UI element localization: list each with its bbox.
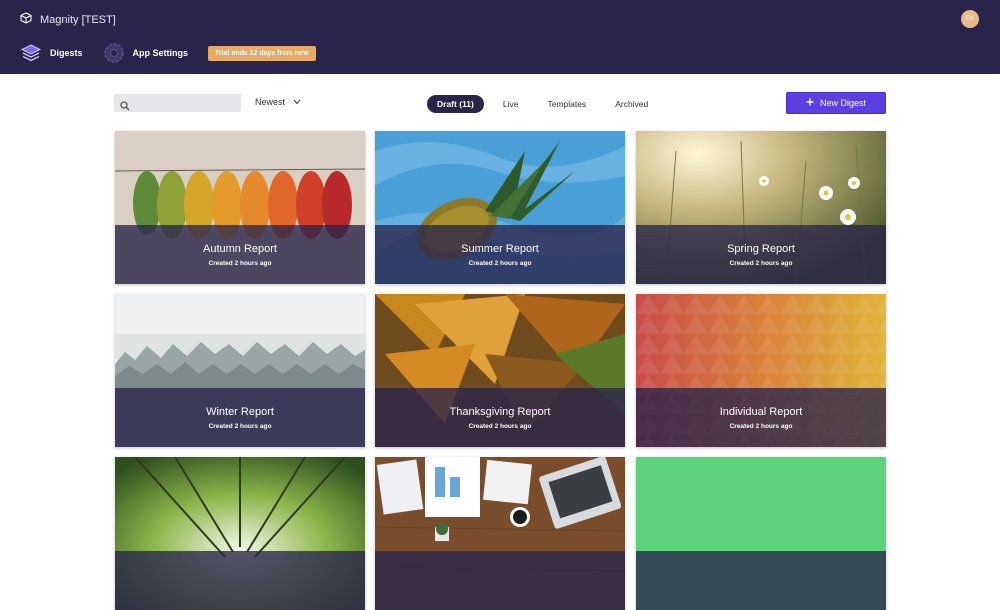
digest-card[interactable]: Spring Report Created 2 hours ago [636, 131, 886, 284]
card-subtitle: Created 2 hours ago [729, 422, 793, 430]
card-overlay: Thanksgiving Report Created 2 hours ago [375, 388, 625, 447]
card-subtitle: Created 2 hours ago [468, 422, 532, 430]
new-digest-button[interactable]: New Digest [786, 92, 886, 114]
cube-icon [20, 11, 32, 29]
card-overlay: Winter Report Created 2 hours ago [115, 388, 365, 447]
layers-icon [20, 42, 42, 64]
card-title: Thanksgiving Report [449, 405, 551, 418]
card-title: Spring Report [727, 242, 795, 255]
card-overlay [375, 551, 625, 610]
tab-templates[interactable]: Templates [537, 95, 596, 113]
sort-dropdown[interactable]: Newest [255, 97, 301, 107]
main-nav: Digests App Settings Trial ends 12 days … [20, 42, 316, 64]
status-tabs: Draft (11) Live Templates Archived [427, 95, 667, 113]
card-overlay: Summer Report Created 2 hours ago [375, 225, 625, 284]
digest-card[interactable]: Summer Report Created 2 hours ago [375, 131, 625, 284]
search-box[interactable] [114, 94, 241, 112]
digest-card[interactable] [115, 457, 365, 610]
digest-card[interactable] [636, 457, 886, 610]
card-overlay: Individual Report Created 2 hours ago [636, 388, 886, 447]
avatar-initials: EK [965, 16, 974, 22]
card-subtitle: Created 2 hours ago [468, 259, 532, 267]
card-title: Autumn Report [203, 242, 277, 255]
tab-archived[interactable]: Archived [605, 95, 658, 113]
gear-icon [103, 42, 125, 64]
card-overlay [115, 551, 365, 610]
nav-digests[interactable]: Digests [20, 42, 83, 64]
card-title: Individual Report [719, 405, 803, 418]
digest-card[interactable]: Autumn Report Created 2 hours ago [115, 131, 365, 284]
card-subtitle: Created 2 hours ago [208, 422, 272, 430]
trial-badge: Trial ends 12 days from now [208, 45, 316, 61]
card-overlay [636, 551, 886, 610]
card-overlay: Spring Report Created 2 hours ago [636, 225, 886, 284]
digest-card[interactable]: Thanksgiving Report Created 2 hours ago [375, 294, 625, 447]
app-title: Magnity [TEST] [40, 14, 116, 26]
chevron-down-icon [293, 97, 301, 107]
nav-app-settings-label: App Settings [132, 48, 189, 58]
tab-draft[interactable]: Draft (11) [427, 95, 484, 113]
sort-label: Newest [255, 97, 286, 107]
toolbar: Newest Draft (11) Live Templates Archive… [114, 92, 886, 116]
digest-card[interactable] [375, 457, 625, 610]
brand[interactable]: Magnity [TEST] [20, 11, 116, 29]
card-title: Summer Report [461, 242, 539, 255]
digest-card[interactable]: Individual Report Created 2 hours ago [636, 294, 886, 447]
card-overlay: Autumn Report Created 2 hours ago [115, 225, 365, 284]
tab-live[interactable]: Live [493, 95, 529, 113]
search-icon [120, 98, 130, 116]
nav-app-settings[interactable]: App Settings [103, 42, 189, 64]
avatar[interactable]: EK [961, 10, 979, 28]
new-digest-label: New Digest [819, 98, 866, 108]
plus-icon [806, 98, 814, 108]
digest-card[interactable]: Winter Report Created 2 hours ago [115, 294, 365, 447]
card-title: Winter Report [206, 405, 274, 418]
top-bar: Magnity [TEST] EK Digests App Settings T… [0, 0, 1000, 74]
nav-digests-label: Digests [50, 48, 83, 58]
card-subtitle: Created 2 hours ago [208, 259, 272, 267]
card-subtitle: Created 2 hours ago [729, 259, 793, 267]
